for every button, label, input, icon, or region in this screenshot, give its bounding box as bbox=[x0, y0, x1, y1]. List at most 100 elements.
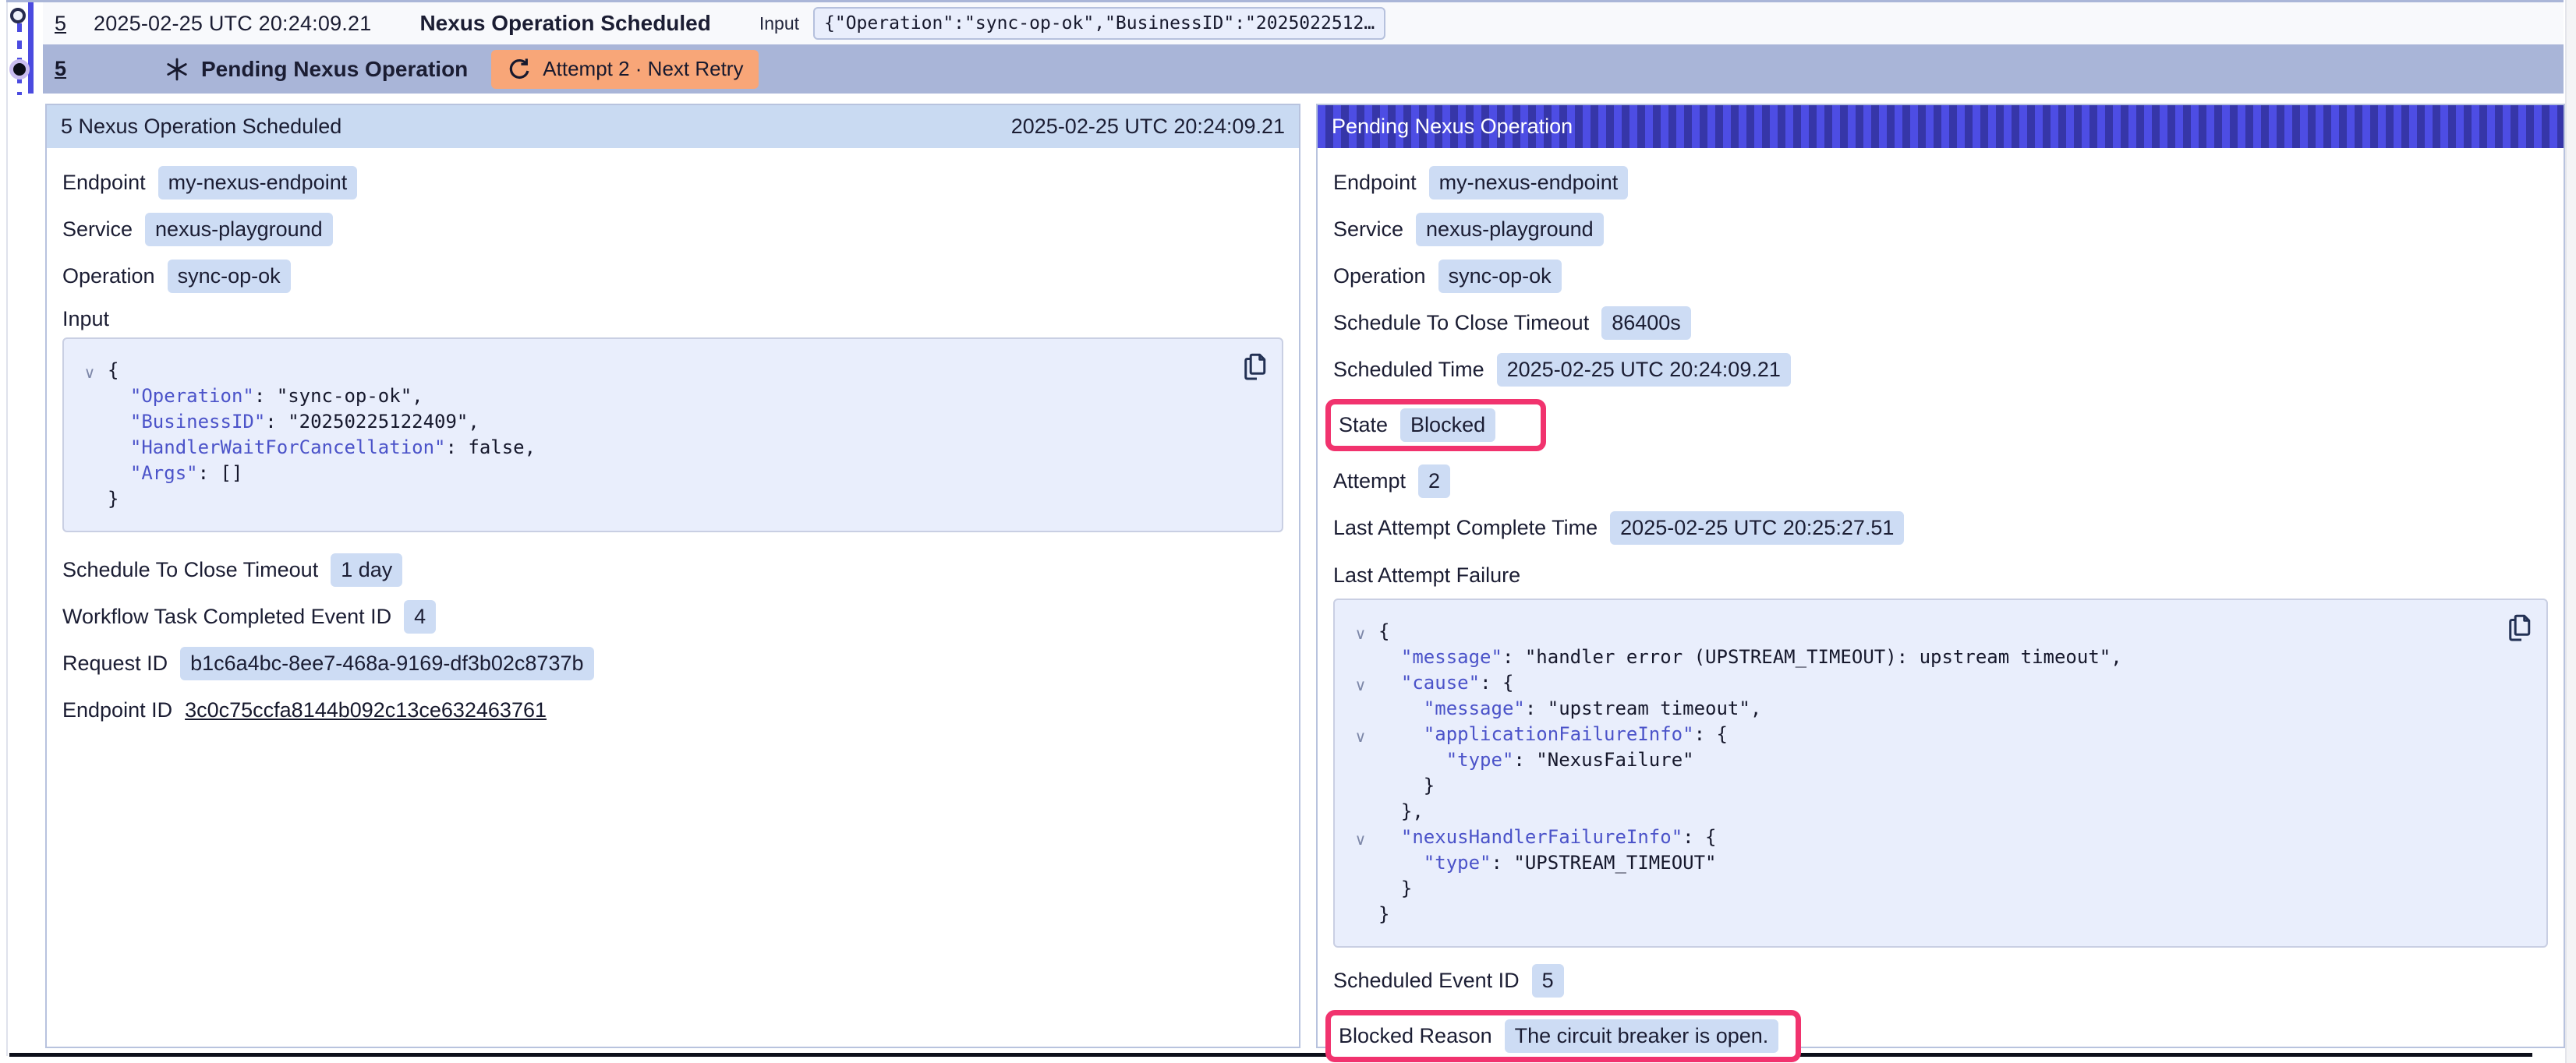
json-text: : "NexusFailure" bbox=[1513, 747, 1693, 773]
field-value-chip: 5 bbox=[1532, 964, 1564, 998]
field-value-chip: my-nexus-endpoint bbox=[158, 166, 358, 200]
code-line: "BusinessID": "20250225122409", bbox=[72, 409, 1266, 435]
input-section-label: Input bbox=[62, 307, 1283, 331]
event-id-link[interactable]: 5 bbox=[55, 12, 72, 36]
code-line: "message": "handler error (UPSTREAM_TIME… bbox=[1343, 645, 2531, 670]
collapse-chevron-icon[interactable]: ∨ bbox=[1343, 828, 1378, 853]
field-value-chip: 2 bbox=[1418, 464, 1450, 498]
asterisk-icon bbox=[165, 58, 189, 81]
history-row-scheduled[interactable]: 5 2025-02-25 UTC 20:24:09.21 Nexus Opera… bbox=[43, 2, 2564, 44]
event-detail-panel-scheduled: 5 Nexus Operation Scheduled 2025-02-25 U… bbox=[45, 104, 1300, 1048]
field-row: Scheduled Event ID 5 bbox=[1333, 963, 2548, 998]
field-label: Schedule To Close Timeout bbox=[1333, 311, 1589, 335]
field-label: Schedule To Close Timeout bbox=[62, 558, 318, 582]
timeline-gutter-line bbox=[6, 2, 8, 1056]
field-row: Servicenexus-playground bbox=[62, 212, 1283, 246]
json-text: { bbox=[1378, 619, 1389, 645]
json-text bbox=[108, 435, 130, 461]
code-line: ∨ "nexusHandlerFailureInfo": { bbox=[1343, 825, 2531, 850]
field-value-chip: The circuit breaker is open. bbox=[1505, 1019, 1779, 1053]
json-key: "type" bbox=[1446, 747, 1514, 773]
panel-title: 5 Nexus Operation Scheduled bbox=[61, 115, 341, 139]
json-key: "message" bbox=[1424, 696, 1525, 722]
code-line: } bbox=[1343, 902, 2531, 927]
timeline-selected-bar bbox=[28, 2, 34, 94]
code-line: "HandlerWaitForCancellation": false, bbox=[72, 435, 1266, 461]
field-row: Schedule To Close Timeout86400s bbox=[1333, 305, 2548, 340]
json-text bbox=[108, 409, 130, 435]
code-line: ∨{ bbox=[1343, 619, 2531, 645]
collapse-chevron-icon[interactable]: ∨ bbox=[72, 361, 108, 387]
code-line: } bbox=[72, 486, 1266, 512]
collapse-chevron-icon[interactable]: ∨ bbox=[1343, 622, 1378, 648]
collapse-chevron-icon[interactable]: ∨ bbox=[1343, 673, 1378, 699]
json-text bbox=[1378, 747, 1446, 773]
field-label: Service bbox=[1333, 217, 1403, 242]
field-value-link[interactable]: 3c0c75ccfa8144b092c13ce632463761 bbox=[185, 698, 547, 722]
json-key: "type" bbox=[1424, 850, 1491, 876]
json-key: "Operation" bbox=[130, 383, 254, 409]
json-key: "HandlerWaitForCancellation" bbox=[130, 435, 446, 461]
field-value-chip: b1c6a4bc-8ee7-468a-9169-df3b02c8737b bbox=[180, 647, 593, 680]
event-detail-label: Input bbox=[759, 13, 799, 34]
json-text: : "handler error (UPSTREAM_TIMEOUT): ups… bbox=[1502, 645, 2122, 670]
code-gutter bbox=[72, 438, 108, 464]
json-text bbox=[1378, 696, 1424, 722]
json-text bbox=[1378, 645, 1401, 670]
code-line: "type": "NexusFailure" bbox=[1343, 747, 2531, 773]
field-row: Endpoint ID3c0c75ccfa8144b092c13ce632463… bbox=[62, 693, 1283, 727]
field-label: Scheduled Event ID bbox=[1333, 969, 1520, 993]
field-label: Attempt bbox=[1333, 469, 1406, 493]
copy-icon[interactable] bbox=[1240, 351, 1269, 383]
json-text bbox=[1378, 722, 1424, 747]
json-text: }, bbox=[1378, 799, 1424, 825]
field-label: Scheduled Time bbox=[1333, 358, 1484, 382]
history-row-pending[interactable]: 5 Pending Nexus Operation Attempt 2 · Ne… bbox=[43, 44, 2564, 94]
code-line: "type": "UPSTREAM_TIMEOUT" bbox=[1343, 850, 2531, 876]
field-row: Last Attempt Complete Time2025-02-25 UTC… bbox=[1333, 510, 2548, 545]
collapse-chevron-icon[interactable]: ∨ bbox=[1343, 725, 1378, 750]
code-line: ∨ "cause": { bbox=[1343, 670, 2531, 696]
field-value-chip: 2025-02-25 UTC 20:24:09.21 bbox=[1497, 353, 1791, 387]
event-id-link[interactable]: 5 bbox=[55, 57, 72, 81]
json-text: : "20250225122409", bbox=[265, 409, 479, 435]
json-text: : "upstream timeout", bbox=[1525, 696, 1761, 722]
field-row: Operationsync-op-ok bbox=[62, 259, 1283, 293]
code-line: } bbox=[1343, 876, 2531, 902]
json-text: : "sync-op-ok", bbox=[254, 383, 423, 409]
field-label: Service bbox=[62, 217, 133, 242]
panel-title: Pending Nexus Operation bbox=[1332, 115, 1573, 139]
json-text: } bbox=[1378, 902, 1389, 927]
field-label: Last Attempt Complete Time bbox=[1333, 516, 1598, 540]
event-title: Pending Nexus Operation bbox=[201, 57, 468, 82]
json-key: "message" bbox=[1401, 645, 1502, 670]
code-gutter bbox=[72, 387, 108, 412]
annotation-highlight-box: StateBlocked bbox=[1325, 399, 1546, 451]
vertical-scrollbar[interactable] bbox=[2565, 0, 2576, 1063]
json-text bbox=[1378, 850, 1424, 876]
field-row: Servicenexus-playground bbox=[1333, 212, 2548, 246]
field-row: Workflow Task Completed Event ID4 bbox=[62, 599, 1283, 634]
field-value-chip: sync-op-ok bbox=[1438, 260, 1562, 293]
json-key: "nexusHandlerFailureInfo" bbox=[1401, 825, 1683, 850]
input-json-viewer: ∨{ "Operation": "sync-op-ok", "BusinessI… bbox=[62, 337, 1283, 532]
json-key: "applicationFailureInfo" bbox=[1424, 722, 1694, 747]
field-value-chip: my-nexus-endpoint bbox=[1429, 166, 1629, 200]
code-line: "Operation": "sync-op-ok", bbox=[72, 383, 1266, 409]
code-gutter bbox=[1343, 802, 1378, 828]
code-line: } bbox=[1343, 773, 2531, 799]
code-line: "message": "upstream timeout", bbox=[1343, 696, 2531, 722]
json-text: { bbox=[108, 358, 119, 383]
code-gutter bbox=[1343, 750, 1378, 776]
field-row: Scheduled Time 2025-02-25 UTC 20:24:09.21 bbox=[1333, 352, 2548, 387]
field-row: Endpointmy-nexus-endpoint bbox=[1333, 165, 2548, 200]
code-gutter bbox=[72, 412, 108, 438]
json-text: } bbox=[108, 486, 119, 512]
code-gutter bbox=[72, 489, 108, 515]
retry-status-badge: Attempt 2 · Next Retry bbox=[491, 50, 759, 89]
field-row: Attempt 2 bbox=[1333, 464, 2548, 498]
copy-icon[interactable] bbox=[2504, 613, 2534, 644]
json-text: : "UPSTREAM_TIMEOUT" bbox=[1491, 850, 1717, 876]
field-row: Operationsync-op-ok bbox=[1333, 259, 2548, 293]
json-text bbox=[1378, 670, 1401, 696]
